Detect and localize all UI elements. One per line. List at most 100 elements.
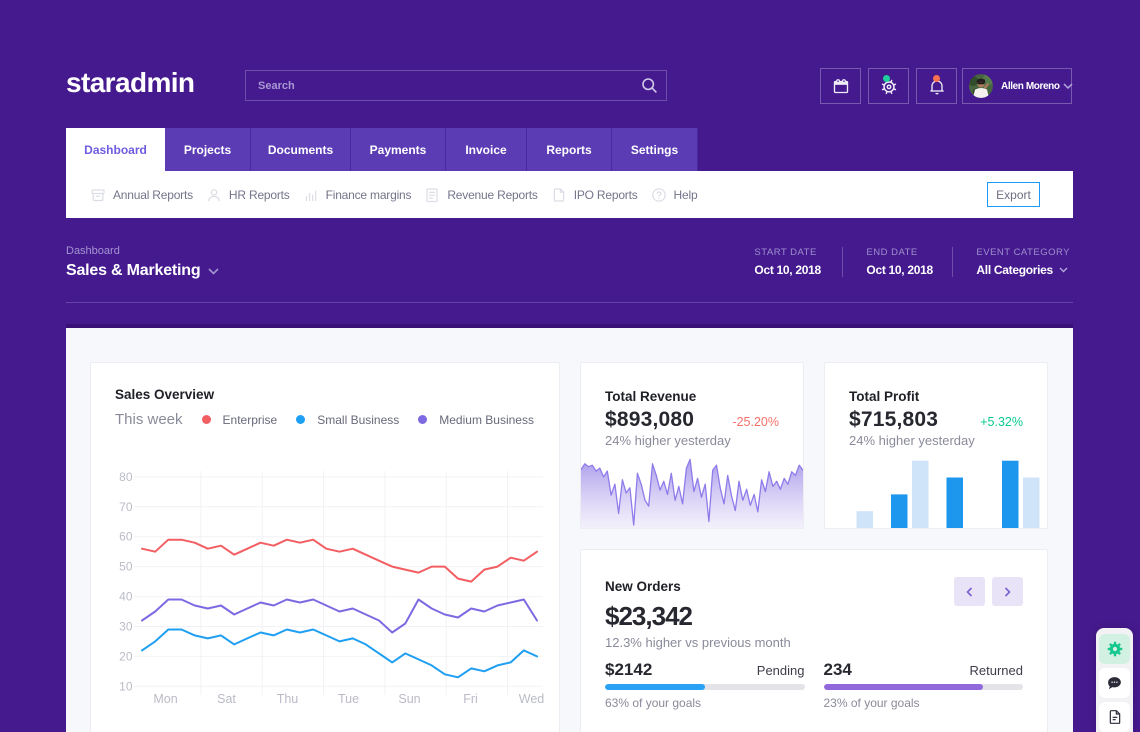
- filter-end-date[interactable]: END DATE Oct 10, 2018: [842, 247, 952, 277]
- sales-overview-subtitle: This week: [115, 411, 183, 428]
- orders-prev-button[interactable]: [954, 577, 985, 606]
- subnav-item-label: Revenue Reports: [447, 188, 537, 202]
- goal-label: Returned: [970, 663, 1023, 678]
- filter-start-date[interactable]: START DATE Oct 10, 2018: [754, 247, 842, 277]
- svg-text:Sun: Sun: [398, 692, 420, 706]
- tab-settings[interactable]: Settings: [612, 128, 698, 171]
- settings-button[interactable]: [868, 68, 909, 104]
- sales-overview-title: Sales Overview: [115, 387, 535, 402]
- total-profit-note: 24% higher yesterday: [849, 433, 1023, 448]
- search-input[interactable]: [246, 80, 632, 92]
- bell-notification-dot: [933, 75, 940, 82]
- fab-chat-button[interactable]: [1099, 668, 1130, 698]
- subnav-item-finance-margins[interactable]: Finance margins: [303, 187, 412, 203]
- filters: START DATE Oct 10, 2018 END DATE Oct 10,…: [754, 247, 1070, 277]
- filter-label: END DATE: [866, 247, 952, 258]
- svg-text:Wed: Wed: [519, 692, 545, 706]
- archive-icon: [90, 187, 106, 203]
- page-title[interactable]: Sales & Marketing: [66, 262, 219, 280]
- svg-text:10: 10: [119, 679, 133, 693]
- goal-value: $2142: [605, 660, 652, 680]
- breadcrumb-bottom-border: [66, 302, 1073, 303]
- file-icon: [551, 187, 567, 203]
- profile-chevron-down-icon: [1063, 83, 1073, 89]
- svg-text:60: 60: [119, 530, 133, 544]
- filter-label: EVENT CATEGORY: [976, 247, 1070, 258]
- breadcrumb: Dashboard Sales & Marketing: [66, 245, 219, 280]
- user-name: Allen Moreno: [1001, 81, 1060, 92]
- subnav-item-ipo-reports[interactable]: IPO Reports: [551, 187, 638, 203]
- gear-icon: [1106, 640, 1124, 658]
- svg-text:40: 40: [119, 590, 133, 604]
- svg-text:Tue: Tue: [338, 692, 359, 706]
- new-orders-card: New Orders $23,342 12.3% higher vs previ…: [580, 549, 1048, 732]
- legend-dot: [296, 415, 305, 424]
- goals: $2142 Pending 63% of your goals 234 Retu…: [605, 660, 1023, 710]
- goal-value: 234: [824, 660, 852, 680]
- help-circle-icon: [651, 187, 667, 203]
- subnav-item-hr-reports[interactable]: HR Reports: [206, 187, 290, 203]
- floating-action-panel: [1096, 628, 1133, 732]
- total-profit-bar-chart: [825, 454, 1047, 528]
- breadcrumb-section: Dashboard: [66, 245, 219, 257]
- svg-text:80: 80: [119, 470, 133, 484]
- tab-documents[interactable]: Documents: [251, 128, 351, 171]
- chevron-right-icon: [1004, 587, 1011, 597]
- svg-text:20: 20: [119, 649, 133, 663]
- brand-logo[interactable]: staradmin: [66, 67, 194, 99]
- legend-label: Small Business: [317, 413, 399, 427]
- filter-event-category[interactable]: EVENT CATEGORY All Categories: [952, 247, 1070, 277]
- legend-label: Medium Business: [439, 413, 534, 427]
- total-revenue-card: Total Revenue $893,080 -25.20% 24% highe…: [580, 362, 804, 529]
- subnav-item-label: HR Reports: [229, 188, 290, 202]
- total-revenue-value: $893,080: [605, 408, 694, 432]
- chevron-left-icon: [966, 587, 973, 597]
- export-button[interactable]: Export: [987, 182, 1040, 207]
- svg-text:Fri: Fri: [463, 692, 478, 706]
- subnav-item-help[interactable]: Help: [651, 187, 698, 203]
- tab-reports[interactable]: Reports: [527, 128, 612, 171]
- avatar: [969, 74, 993, 98]
- profile-menu[interactable]: Allen Moreno: [962, 68, 1072, 104]
- subnav-item-annual-reports[interactable]: Annual Reports: [90, 187, 193, 203]
- orders-next-button[interactable]: [992, 577, 1023, 606]
- header: staradmin: [0, 0, 1140, 128]
- page-title-label: Sales & Marketing: [66, 262, 200, 280]
- filter-value: Oct 10, 2018: [754, 263, 842, 277]
- svg-text:30: 30: [119, 620, 133, 634]
- svg-text:Thu: Thu: [277, 692, 299, 706]
- subnav-item-label: Finance margins: [326, 188, 412, 202]
- goal-pending: $2142 Pending 63% of your goals: [605, 660, 805, 710]
- calendar-button[interactable]: [820, 68, 861, 104]
- total-profit-card: Total Profit $715,803 +5.32% 24% higher …: [824, 362, 1048, 529]
- notifications-button[interactable]: [916, 68, 957, 104]
- tab-dashboard[interactable]: Dashboard: [66, 128, 165, 171]
- total-profit-title: Total Profit: [849, 389, 1023, 404]
- goal-progress-track: [824, 684, 1024, 690]
- legend-item-enterprise[interactable]: Enterprise: [202, 413, 278, 427]
- new-orders-title: New Orders: [605, 579, 681, 594]
- legend-item-small-business[interactable]: Small Business: [296, 413, 399, 427]
- fab-document-button[interactable]: [1099, 702, 1130, 732]
- title-chevron-down-icon: [208, 268, 219, 275]
- subnav-item-revenue-reports[interactable]: Revenue Reports: [424, 187, 537, 203]
- svg-text:70: 70: [119, 500, 133, 514]
- main-nav-tabs: DashboardProjectsDocumentsPaymentsInvoic…: [66, 128, 698, 171]
- svg-text:Mon: Mon: [153, 692, 177, 706]
- filter-label: START DATE: [754, 247, 842, 258]
- search-box: [245, 70, 667, 101]
- new-orders-note: 12.3% higher vs previous month: [605, 635, 1023, 650]
- tab-projects[interactable]: Projects: [165, 128, 251, 171]
- total-revenue-delta: -25.20%: [732, 415, 779, 429]
- legend-item-medium-business[interactable]: Medium Business: [418, 413, 534, 427]
- subnav: Annual Reports HR Reports Finance margin…: [66, 171, 1073, 218]
- tab-invoice[interactable]: Invoice: [446, 128, 527, 171]
- tab-payments[interactable]: Payments: [351, 128, 446, 171]
- fab-settings-button[interactable]: [1099, 634, 1130, 664]
- subnav-item-label: Annual Reports: [113, 188, 193, 202]
- goal-progress-fill: [824, 684, 984, 690]
- subnav-item-label: IPO Reports: [574, 188, 638, 202]
- search-icon[interactable]: [632, 77, 666, 94]
- bar-chart-icon: [303, 187, 319, 203]
- svg-text:50: 50: [119, 560, 133, 574]
